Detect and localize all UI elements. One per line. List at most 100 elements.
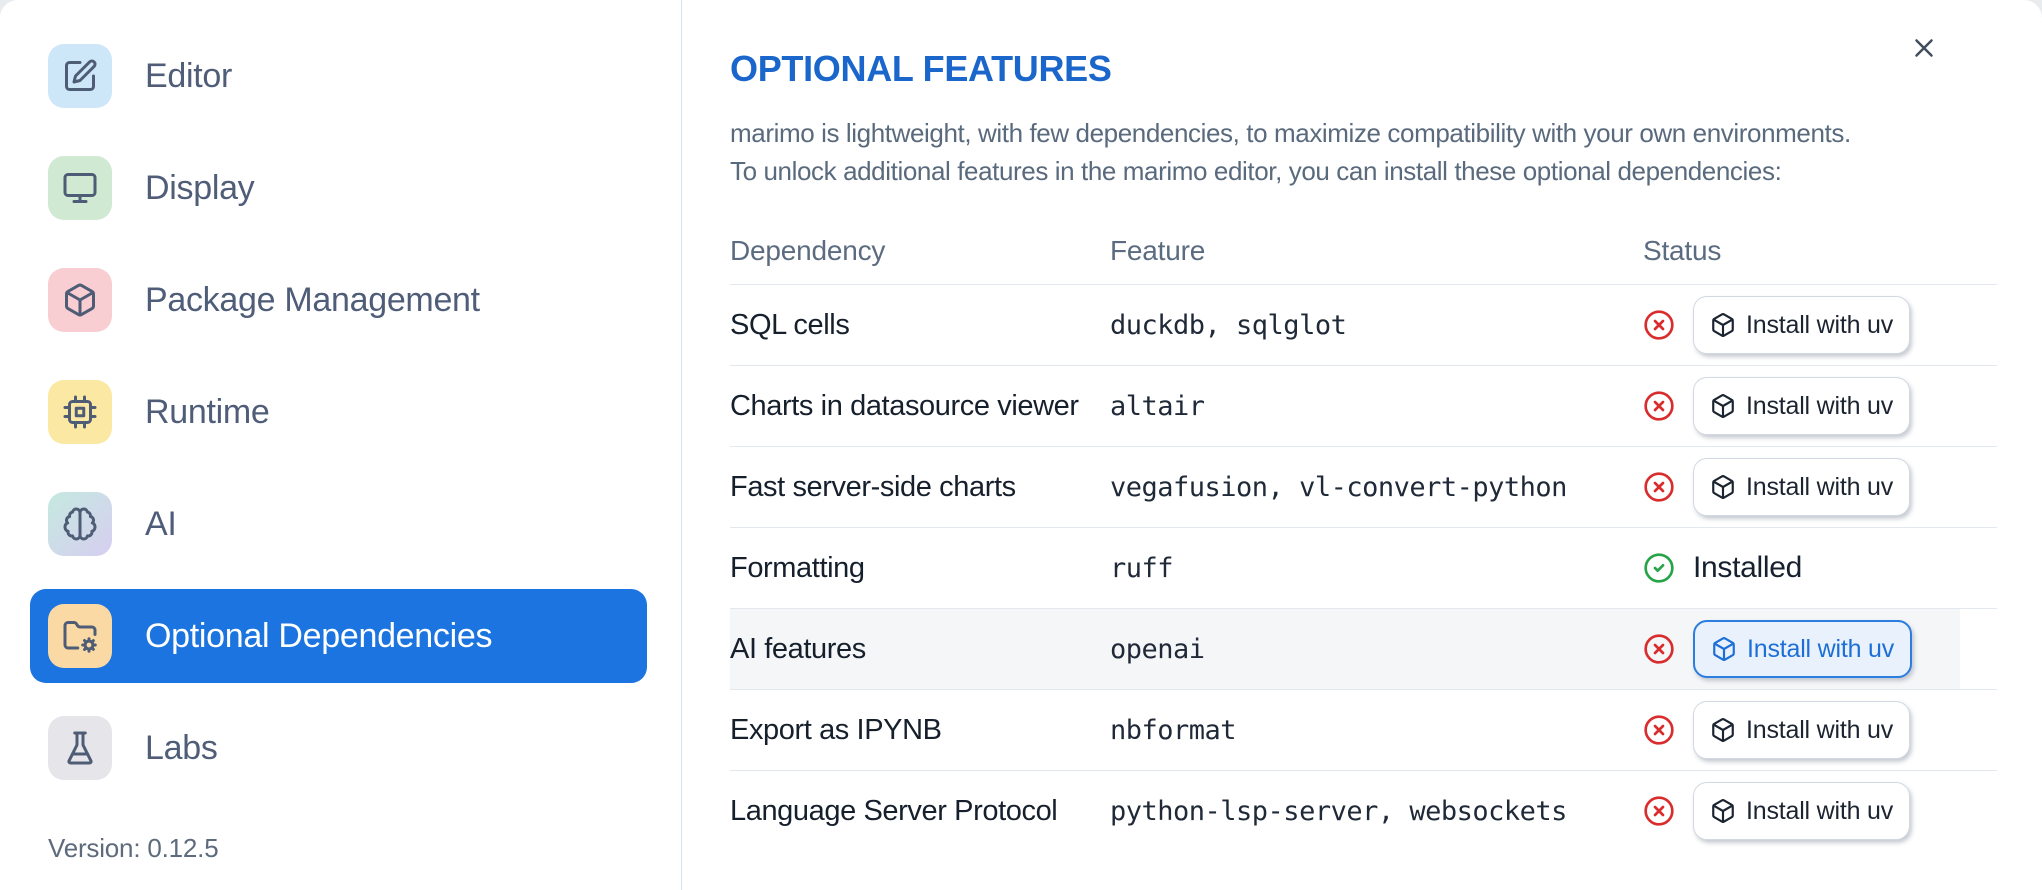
feature-cell: altair (1110, 390, 1205, 422)
close-button[interactable] (1904, 28, 1944, 68)
package-icon (65, 283, 95, 317)
install-with-uv-button[interactable]: Install with uv (1693, 620, 1913, 678)
install-button-label: Install with uv (1747, 634, 1895, 663)
install-button-label: Install with uv (1746, 310, 1894, 339)
dependency-cell: Formatting (730, 551, 865, 584)
install-with-uv-button[interactable]: Install with uv (1693, 701, 1911, 759)
table-row: AI features openai Install with uv (730, 609, 1997, 690)
feature-cell: vegafusion, vl-convert-python (1110, 471, 1567, 503)
install-button-label: Install with uv (1746, 391, 1894, 420)
column-header-status: Status (1643, 235, 1722, 266)
edit-icon (65, 59, 97, 91)
package-icon (1712, 475, 1734, 499)
sidebar-item-ai[interactable]: AI (30, 477, 647, 571)
status-cell: Install with uv (1643, 458, 1997, 516)
table-header: Dependency Feature Status (730, 218, 1997, 285)
sidebar-item-label: Package Management (145, 280, 480, 319)
sidebar-item-editor[interactable]: Editor (30, 29, 647, 123)
dependency-cell: AI features (730, 632, 866, 665)
sidebar-item-labs[interactable]: Labs (30, 701, 647, 795)
install-with-uv-button[interactable]: Install with uv (1693, 296, 1911, 354)
status-cell: Install with uv (1643, 377, 1997, 435)
feature-cell: nbformat (1110, 714, 1237, 746)
screen: Editor Display Package Management Runtime AI… (0, 0, 2042, 890)
sidebar-item-label: Optional Dependencies (145, 616, 493, 655)
description-line: To unlock additional features in the mar… (730, 156, 1782, 186)
dependency-cell: Language Server Protocol (730, 794, 1058, 827)
table-row: SQL cells duckdb, sqlglot Install with uv (730, 285, 1997, 366)
installed-status-icon (1643, 552, 1675, 584)
install-button-label: Install with uv (1746, 715, 1894, 744)
folder-gear-icon (63, 621, 97, 653)
circle-x-icon (1644, 391, 1674, 421)
flask-icon (67, 731, 93, 765)
install-with-uv-button[interactable]: Install with uv (1693, 458, 1911, 516)
monitor-icon (63, 173, 97, 203)
dependency-cell: SQL cells (730, 308, 850, 341)
circle-x-icon (1644, 472, 1674, 502)
circle-x-icon (1644, 634, 1674, 664)
installed-label: Installed (1693, 551, 1803, 584)
install-button-label: Install with uv (1746, 472, 1894, 501)
table-row: Charts in datasource viewer altair Install… (730, 366, 1997, 447)
description: marimo is lightweight, with few dependen… (730, 114, 1997, 190)
sidebar-item-label: Runtime (145, 392, 270, 431)
optional-features-panel: OPTIONAL FEATURES marimo is lightweight,… (682, 0, 2042, 890)
sidebar-item-label: Labs (145, 728, 218, 767)
feature-cell: python-lsp-server, websockets (1110, 795, 1567, 827)
sidebar-nav: Editor Display Package Management Runtime AI… (0, 0, 681, 795)
dependency-cell: Charts in datasource viewer (730, 389, 1079, 422)
not-installed-status-icon (1643, 309, 1675, 341)
table-body: SQL cells duckdb, sqlglot Install with uv C… (730, 285, 1997, 851)
table-row: Language Server Protocol python-lsp-serve… (730, 771, 1997, 851)
circle-x-icon (1644, 310, 1674, 340)
cpu-icon (63, 395, 97, 429)
package-icon (1712, 394, 1734, 418)
not-installed-status-icon (1643, 390, 1675, 422)
table-row: Export as IPYNB nbformat Install with uv (730, 690, 1997, 771)
description-line: marimo is lightweight, with few dependen… (730, 118, 1851, 148)
brain-icon (63, 507, 97, 541)
status-cell: Install with uv (1643, 296, 1997, 354)
sidebar-item-runtime[interactable]: Runtime (30, 365, 647, 459)
install-button-label: Install with uv (1746, 796, 1894, 825)
status-cell: Install with uv (1643, 782, 1997, 840)
sidebar-item-label: Display (145, 168, 255, 207)
install-with-uv-button[interactable]: Install with uv (1693, 782, 1911, 840)
icon-tile (48, 604, 112, 668)
sidebar: Editor Display Package Management Runtime AI… (0, 0, 682, 890)
close-icon (1915, 39, 1933, 57)
icon-tile (48, 44, 112, 108)
sidebar-item-display[interactable]: Display (30, 141, 647, 235)
status-cell: Install with uv (1643, 701, 1997, 759)
feature-cell: ruff (1110, 552, 1174, 584)
status-cell: Install with uv (1643, 620, 1997, 678)
icon-tile (48, 716, 112, 780)
sidebar-item-label: Editor (145, 56, 233, 95)
not-installed-status-icon (1643, 714, 1675, 746)
circle-check-icon (1644, 553, 1674, 583)
circle-x-icon (1644, 715, 1674, 745)
sidebar-item-optional-dependencies[interactable]: Optional Dependencies (30, 589, 647, 683)
status-cell: Installed (1643, 551, 1997, 585)
package-icon (1713, 637, 1735, 661)
dependency-cell: Fast server-side charts (730, 470, 1016, 503)
column-header-feature: Feature (1110, 235, 1206, 266)
feature-cell: openai (1110, 633, 1205, 665)
package-icon (1712, 313, 1734, 337)
sidebar-item-package-management[interactable]: Package Management (30, 253, 647, 347)
icon-tile (48, 380, 112, 444)
page-title: OPTIONAL FEATURES (730, 48, 1112, 89)
icon-tile (48, 156, 112, 220)
icon-tile (48, 492, 112, 556)
feature-cell: duckdb, sqlglot (1110, 309, 1347, 341)
package-icon (1712, 718, 1734, 742)
not-installed-status-icon (1643, 633, 1675, 665)
not-installed-status-icon (1643, 471, 1675, 503)
icon-tile (48, 268, 112, 332)
package-icon (1712, 799, 1734, 823)
circle-x-icon (1644, 796, 1674, 826)
install-with-uv-button[interactable]: Install with uv (1693, 377, 1911, 435)
settings-dialog: Editor Display Package Management Runtime AI… (0, 0, 2042, 890)
column-header-dependency: Dependency (730, 235, 886, 266)
